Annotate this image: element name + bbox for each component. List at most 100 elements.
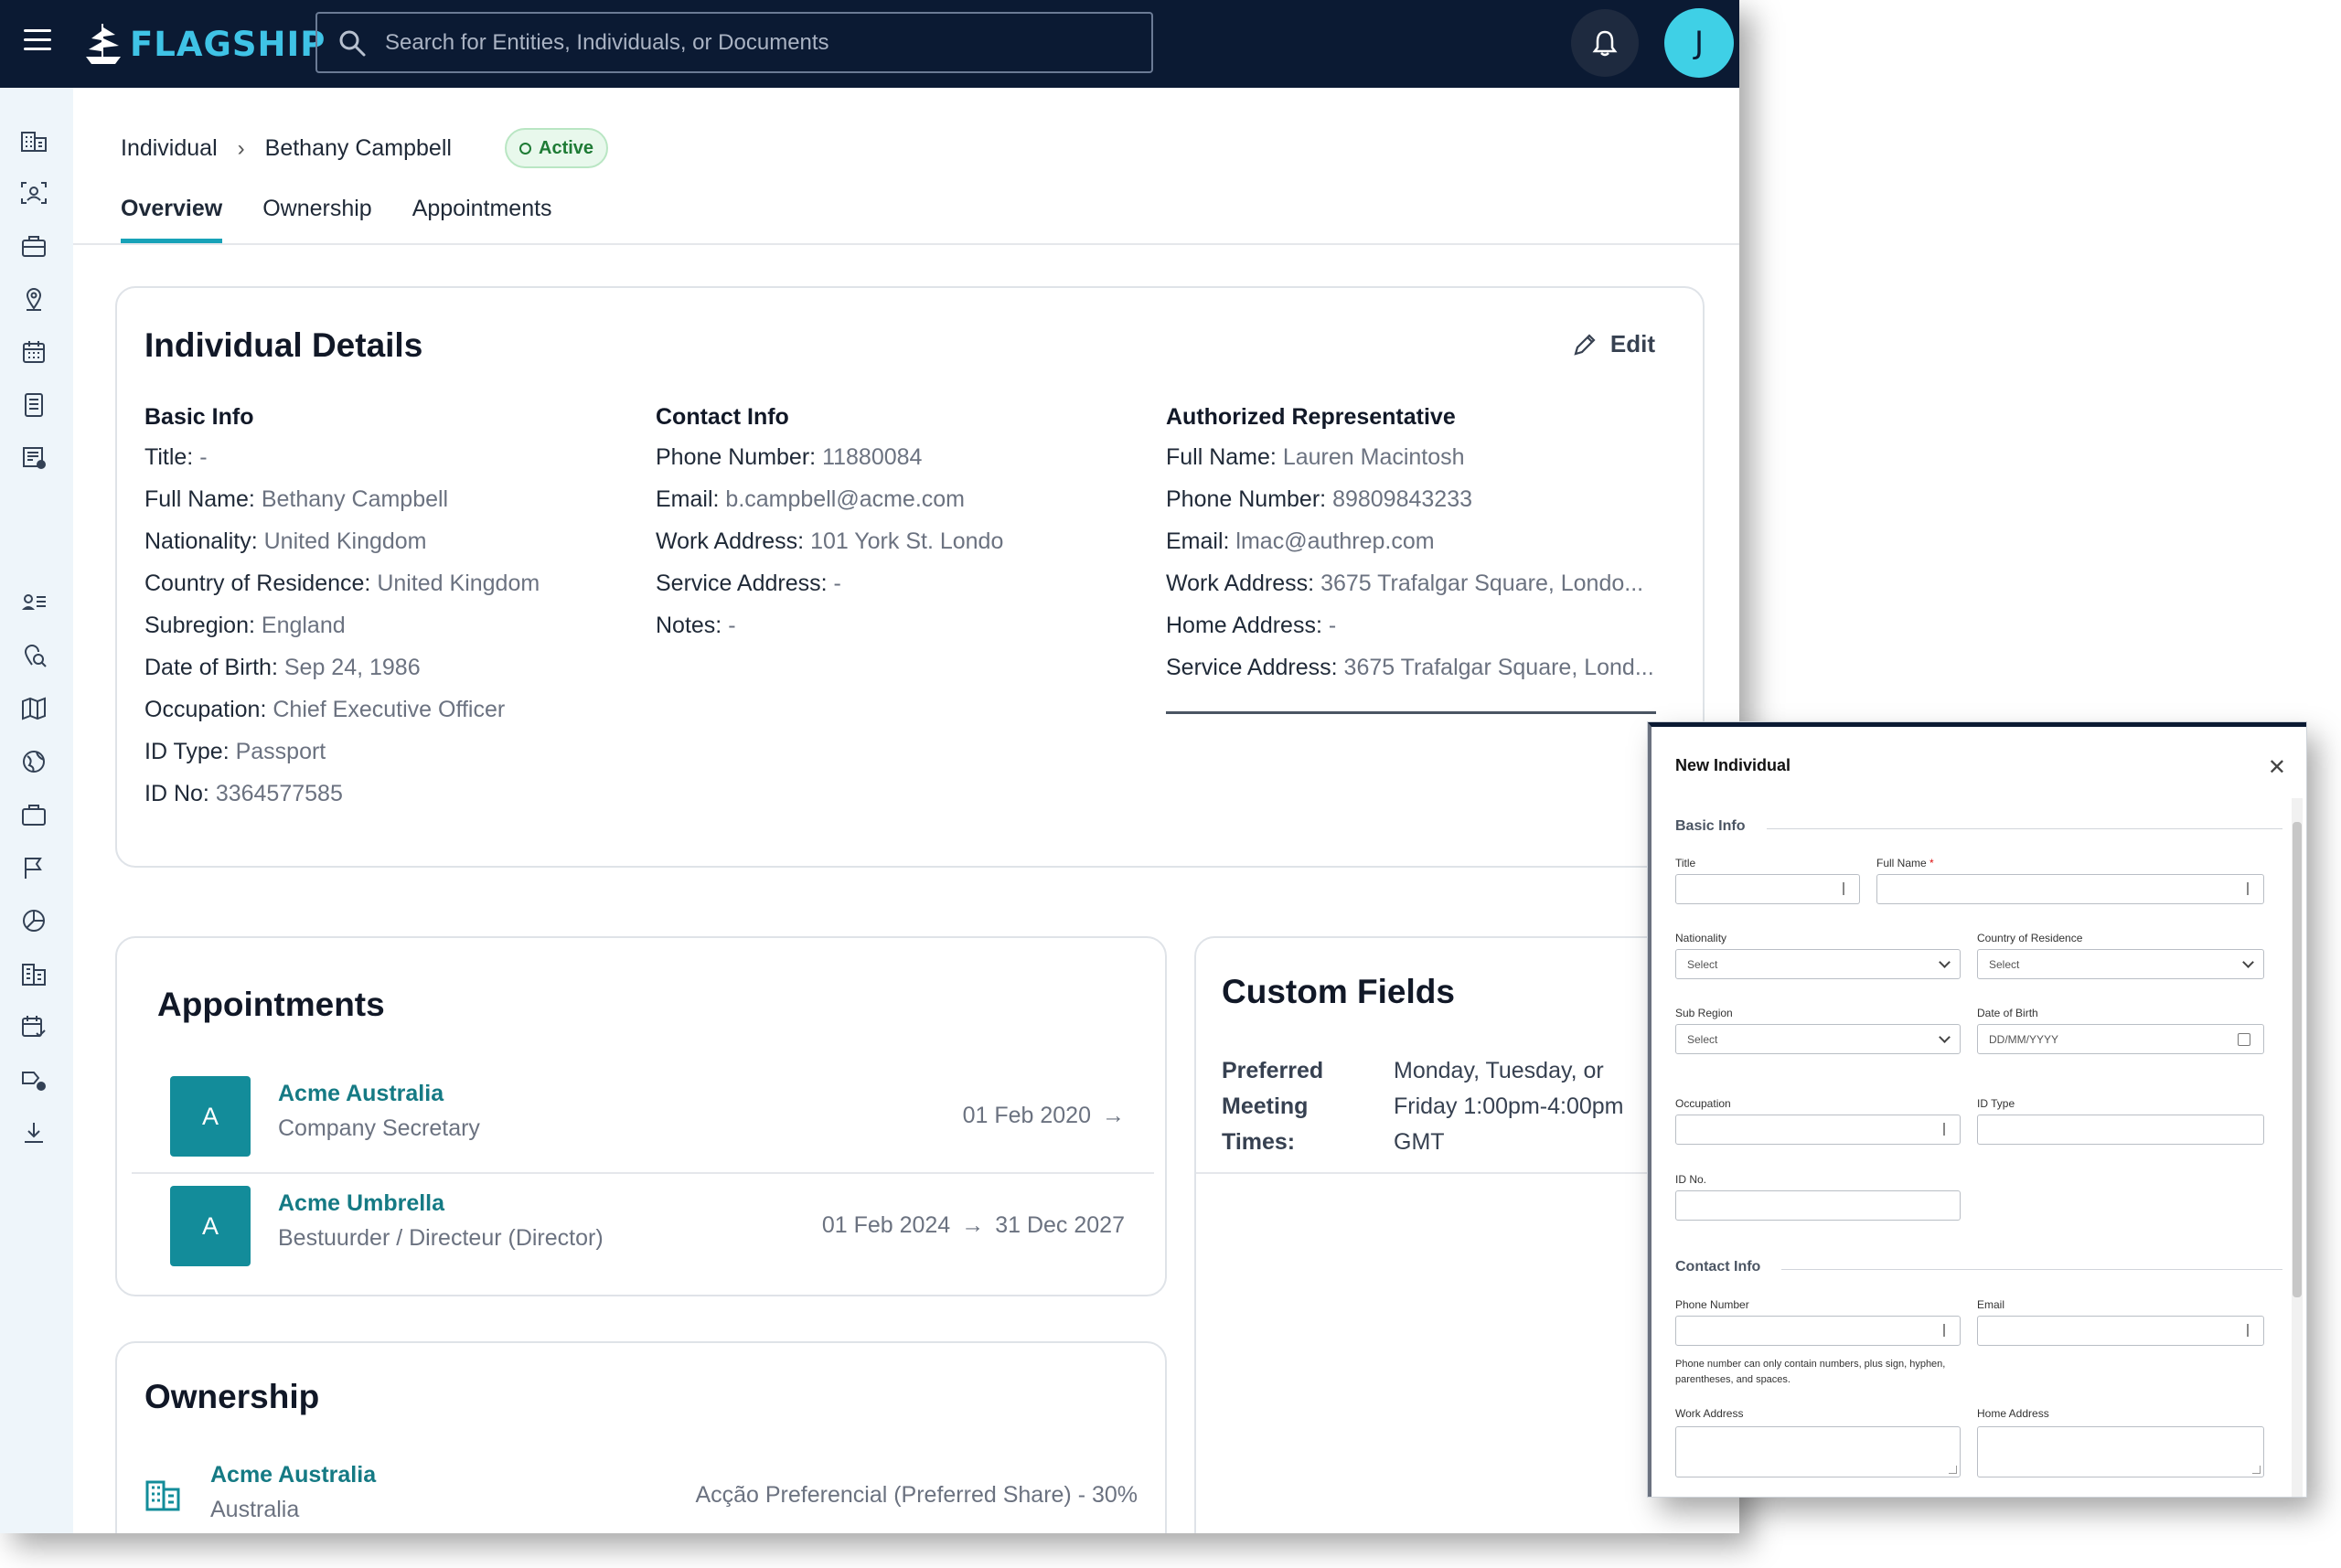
download-icon[interactable]: [20, 1119, 48, 1147]
full-name-input[interactable]: [1876, 874, 2264, 904]
section-divider: [1781, 1269, 2282, 1270]
calendar-icon[interactable]: [2238, 1033, 2250, 1046]
dob-input[interactable]: DD/MM/YYYY: [1977, 1024, 2264, 1054]
home-address-textarea[interactable]: [1977, 1426, 2264, 1477]
flag-icon[interactable]: [20, 854, 48, 881]
basic-info-list: Title: - Full Name: Bethany Campbell Nat…: [144, 436, 540, 815]
location-icon[interactable]: [20, 285, 48, 313]
entity-avatar: A: [170, 1186, 251, 1266]
ownership-entity-name[interactable]: Acme Australia: [210, 1462, 376, 1488]
calendar-icon[interactable]: [20, 338, 48, 366]
title-input[interactable]: [1675, 874, 1860, 904]
pencil-icon: [1574, 333, 1596, 356]
id-type-label: ID Type: [1977, 1097, 2015, 1110]
sub-region-label: Sub Region: [1675, 1007, 1733, 1019]
field-occupation: Occupation: Chief Executive Officer: [144, 697, 506, 722]
nationality-select[interactable]: Select: [1675, 949, 1961, 979]
reports-icon[interactable]: [20, 444, 48, 472]
country-select[interactable]: Select: [1977, 949, 2264, 979]
breadcrumb-current: Bethany Campbell: [264, 135, 452, 161]
appointment-item[interactable]: A Acme Australia Company Secretary 01 Fe…: [132, 1062, 1154, 1170]
phone-input[interactable]: [1675, 1316, 1961, 1346]
breadcrumb: Individual › Bethany Campbell: [121, 135, 452, 162]
id-type-input[interactable]: [1977, 1115, 2264, 1145]
tab-overview[interactable]: Overview: [121, 196, 223, 243]
entities-icon[interactable]: [20, 126, 48, 154]
appointment-start: 01 Feb 2020: [962, 1103, 1091, 1128]
globe-icon[interactable]: [20, 748, 48, 775]
portfolio-icon[interactable]: [20, 801, 48, 828]
workflow-icon[interactable]: [20, 1066, 48, 1093]
dialog-title: New Individual: [1675, 756, 1791, 774]
id-no-label: ID No.: [1675, 1173, 1707, 1186]
close-icon[interactable]: ✕: [2268, 754, 2286, 781]
field-dob: Date of Birth: Sep 24, 1986: [144, 655, 421, 680]
edit-button[interactable]: Edit: [1572, 330, 1655, 358]
password-manager-icon: [2247, 1324, 2256, 1337]
brand-logo[interactable]: FLAGSHIP: [84, 18, 326, 69]
status-badge: Active: [505, 128, 609, 168]
briefcase-icon[interactable]: [20, 232, 48, 260]
tab-ownership[interactable]: Ownership: [262, 196, 372, 243]
app-window: FLAGSHIP J: [0, 0, 1739, 1533]
dialog-basic-info-heading: Basic Info: [1675, 818, 1746, 834]
rep-full-name: Full Name: Lauren Macintosh: [1166, 444, 1465, 470]
chart-pie-icon[interactable]: [20, 907, 48, 934]
section-divider: [1767, 828, 2282, 829]
main-content: Individual › Bethany Campbell Active Ove…: [73, 88, 1739, 1533]
breadcrumb-parent[interactable]: Individual: [121, 135, 218, 162]
menu-icon[interactable]: [24, 29, 51, 51]
user-avatar[interactable]: J: [1664, 8, 1734, 78]
contacts-list-icon[interactable]: [20, 589, 48, 616]
id-no-input[interactable]: [1675, 1190, 1961, 1221]
field-id-no: ID No: 3364577585: [144, 781, 343, 806]
country-label: Country of Residence: [1977, 932, 2083, 944]
appointment-entity-name[interactable]: Acme Umbrella: [278, 1190, 444, 1217]
field-title: Title: -: [144, 444, 208, 470]
rep-service-address: Service Address: 3675 Trafalgar Square, …: [1166, 655, 1654, 680]
calendar-check-icon[interactable]: [20, 1013, 48, 1040]
notifications-button[interactable]: [1571, 9, 1639, 77]
custom-field-value: Monday, Tuesday, or Friday 1:00pm-4:00pm…: [1394, 1058, 1624, 1155]
individuals-icon[interactable]: [20, 179, 48, 207]
buildings-icon[interactable]: [20, 960, 48, 987]
appointments-card: Appointments A Acme Australia Company Se…: [115, 936, 1167, 1296]
chevron-down-icon: [1939, 1031, 1951, 1043]
phone-label: Phone Number: [1675, 1298, 1749, 1311]
password-manager-icon: [1843, 882, 1852, 895]
tab-bar: Overview Ownership Appointments: [121, 196, 552, 243]
sub-region-select[interactable]: Select: [1675, 1024, 1961, 1054]
chevron-right-icon: ›: [237, 135, 245, 161]
appointment-dates: 01 Feb 2024 → 31 Dec 2027: [822, 1212, 1125, 1239]
appointment-entity-name[interactable]: Acme Australia: [278, 1081, 444, 1107]
appointment-end: 31 Dec 2027: [995, 1212, 1125, 1238]
occupation-input[interactable]: [1675, 1115, 1961, 1145]
status-label: Active: [539, 137, 594, 158]
search-icon: [339, 30, 366, 57]
email-input[interactable]: [1977, 1316, 2264, 1346]
dialog-scrollbar-thumb[interactable]: [2293, 822, 2302, 1297]
email-label: Email: [1977, 1298, 2005, 1311]
rep-phone: Phone Number: 89809843233: [1166, 486, 1473, 512]
appointment-dates: 01 Feb 2020 →: [963, 1103, 1125, 1129]
field-service-address: Service Address: -: [656, 571, 841, 596]
dialog-contact-info-heading: Contact Info: [1675, 1259, 1761, 1275]
global-search[interactable]: [315, 12, 1153, 73]
search-input[interactable]: [385, 21, 1135, 65]
entity-building-icon: [144, 1477, 181, 1516]
tab-appointments[interactable]: Appointments: [412, 196, 552, 243]
field-subregion: Subregion: England: [144, 613, 346, 638]
top-navbar: FLAGSHIP J: [0, 0, 1739, 88]
field-work-address: Work Address: 101 York St. Londo: [656, 528, 1004, 554]
appointment-role: Company Secretary: [278, 1115, 480, 1141]
map-icon[interactable]: [20, 695, 48, 722]
appointment-item[interactable]: A Acme Umbrella Bestuurder / Directeur (…: [132, 1172, 1154, 1280]
chevron-down-icon: [1939, 956, 1951, 968]
new-individual-dialog: New Individual ✕ Basic Info Title Full N…: [1648, 722, 2306, 1497]
pin-search-icon[interactable]: [20, 642, 48, 669]
appointments-title: Appointments: [157, 986, 385, 1023]
work-address-textarea[interactable]: [1675, 1426, 1961, 1477]
documents-icon[interactable]: [20, 391, 48, 419]
home-address-label: Home Address: [1977, 1407, 2049, 1420]
ownership-country: Australia: [210, 1497, 300, 1522]
